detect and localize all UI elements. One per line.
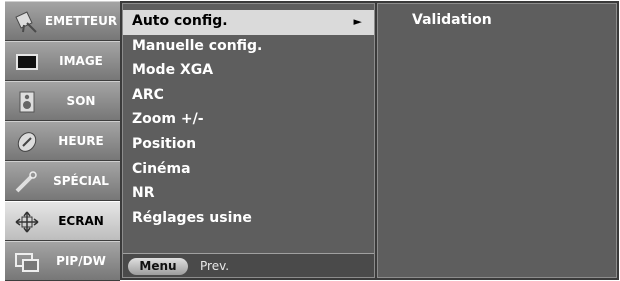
menu-item-auto-config[interactable]: Auto config. ► bbox=[123, 10, 374, 35]
tab-image[interactable]: IMAGE bbox=[5, 41, 120, 81]
menu-item-arc[interactable]: ARC bbox=[123, 84, 374, 109]
tab-ecran[interactable]: ECRAN bbox=[5, 201, 120, 241]
tab-emetteur[interactable]: EMETTEUR bbox=[5, 1, 120, 41]
menu-item-cinema[interactable]: Cinéma bbox=[123, 158, 374, 183]
menu-button[interactable]: Menu bbox=[128, 258, 188, 275]
tab-label: EMETTEUR bbox=[44, 14, 118, 28]
menu-item-label: Cinéma bbox=[132, 160, 191, 177]
menu-item-mode-xga[interactable]: Mode XGA bbox=[123, 59, 374, 84]
special-icon bbox=[14, 171, 40, 193]
category-tabs: EMETTEUR IMAGE SON HEURE SPÉCIAL ECRAN P… bbox=[5, 1, 120, 281]
monitor-icon bbox=[14, 51, 40, 73]
menu-item-zoom[interactable]: Zoom +/- bbox=[123, 108, 374, 133]
menu-item-label: Réglages usine bbox=[132, 209, 252, 226]
tab-label: HEURE bbox=[58, 134, 104, 148]
menu-item-label: Auto config. bbox=[132, 13, 228, 29]
menu-item-label: Manuelle config. bbox=[132, 37, 263, 54]
clock-icon bbox=[14, 131, 40, 153]
menu-item-reglages-usine[interactable]: Réglages usine bbox=[123, 207, 374, 232]
menu-item-nr[interactable]: NR bbox=[123, 182, 374, 207]
menu-item-label: Mode XGA bbox=[132, 62, 214, 79]
tab-label: IMAGE bbox=[59, 54, 103, 68]
menu-item-label: Position bbox=[132, 135, 197, 152]
tab-special[interactable]: SPÉCIAL bbox=[5, 161, 120, 201]
prev-hint: Prev. bbox=[200, 259, 230, 273]
tab-label: SPÉCIAL bbox=[53, 174, 109, 188]
menu-list: Auto config. ► Manuelle config. Mode XGA… bbox=[123, 10, 374, 231]
antenna-icon bbox=[14, 11, 40, 33]
menu-footer: Menu Prev. bbox=[123, 254, 374, 277]
menu-item-position[interactable]: Position bbox=[123, 133, 374, 158]
screen-adjust-icon bbox=[14, 211, 40, 233]
menu-item-label: ARC bbox=[132, 86, 164, 103]
validation-text[interactable]: Validation bbox=[412, 12, 492, 28]
tab-son[interactable]: SON bbox=[5, 81, 120, 121]
pip-icon bbox=[14, 251, 40, 273]
menu-item-manuelle-config[interactable]: Manuelle config. bbox=[123, 35, 374, 60]
menu-item-label: Zoom +/- bbox=[132, 111, 204, 128]
tab-heure[interactable]: HEURE bbox=[5, 121, 120, 161]
menu-item-label: NR bbox=[132, 185, 155, 202]
osd-menu: EMETTEUR IMAGE SON HEURE SPÉCIAL ECRAN P… bbox=[5, 1, 619, 281]
speaker-icon bbox=[14, 91, 40, 113]
tab-label: ECRAN bbox=[58, 214, 104, 228]
submenu-panel: Validation bbox=[377, 3, 617, 278]
ecran-menu-panel: Auto config. ► Manuelle config. Mode XGA… bbox=[122, 3, 375, 278]
tab-label: SON bbox=[66, 94, 96, 108]
tab-label: PIP/DW bbox=[56, 254, 106, 268]
tab-pip-dw[interactable]: PIP/DW bbox=[5, 241, 120, 281]
submenu-arrow-icon: ► bbox=[353, 15, 362, 28]
